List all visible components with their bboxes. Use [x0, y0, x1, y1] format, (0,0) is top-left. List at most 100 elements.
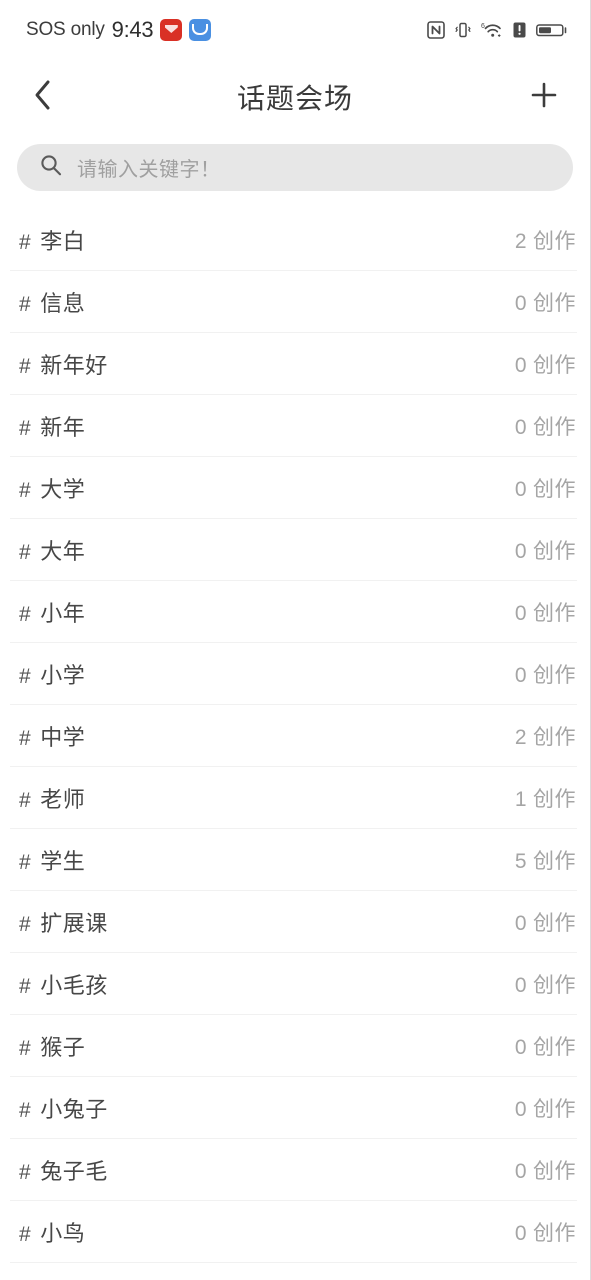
topic-row[interactable]: # 信息 0 创作	[0, 271, 590, 333]
battery-icon	[536, 21, 568, 39]
topic-row[interactable]: # 小鸟 0 创作	[0, 1201, 590, 1263]
topic-label: 新年	[40, 415, 86, 440]
page-title: 话题会场	[236, 83, 353, 114]
hash-icon: #	[19, 541, 32, 564]
topic-label: 兔子毛	[40, 1159, 108, 1184]
topic-row[interactable]: # 新年 0 创作	[0, 395, 590, 457]
topic-count-number: 0	[514, 416, 527, 439]
topic-count-suffix: 创作	[533, 664, 576, 687]
app-header: 话题会场	[0, 60, 590, 134]
topic-count: 0 创作	[515, 1155, 576, 1185]
topic-label: 大年	[40, 539, 86, 564]
topic-count-number: 0	[514, 1222, 527, 1245]
topic-name: # 中学	[19, 720, 85, 752]
topic-count-number: 0	[514, 540, 527, 563]
topic-count: 0 创作	[515, 473, 576, 503]
topic-count: 0 创作	[515, 1093, 576, 1123]
topic-count: 1 创作	[515, 783, 576, 813]
hash-icon: #	[19, 479, 32, 502]
topic-row[interactable]: # 扩展课 0 创作	[0, 891, 590, 953]
topic-row[interactable]: # 小学 0 创作	[0, 643, 590, 705]
alert-icon	[512, 21, 527, 39]
topic-name: # 新年	[19, 410, 85, 442]
topic-row[interactable]: # 新年好 0 创作	[0, 333, 590, 395]
status-bar: SOS only 9:43 6	[0, 0, 590, 60]
topic-name: # 小兔子	[19, 1092, 108, 1124]
topic-count: 2 创作	[515, 721, 576, 751]
topic-label: 学生	[40, 849, 86, 874]
search-icon	[39, 153, 63, 182]
status-bar-right: 6	[427, 21, 568, 39]
topic-count-number: 0	[514, 974, 527, 997]
hash-icon: #	[19, 727, 32, 750]
topic-name: # 小年	[19, 596, 85, 628]
topic-name: # 大学	[19, 472, 85, 504]
topic-row[interactable]: # 大学 0 创作	[0, 457, 590, 519]
topic-row[interactable]: # 兔子毛 0 创作	[0, 1139, 590, 1201]
topic-count: 0 创作	[515, 349, 576, 379]
topic-count: 0 创作	[515, 535, 576, 565]
topic-row[interactable]: # 小毛孩 0 创作	[0, 953, 590, 1015]
topic-count: 0 创作	[515, 411, 576, 441]
hash-icon: #	[19, 293, 32, 316]
back-button[interactable]	[30, 77, 70, 117]
topic-name: # 李白	[19, 224, 85, 256]
status-clock: 9:43	[111, 17, 154, 42]
topic-count-number: 0	[514, 664, 527, 687]
topic-count-number: 0	[514, 354, 527, 377]
topic-count-suffix: 创作	[533, 292, 576, 315]
hash-icon: #	[19, 231, 32, 254]
chevron-left-icon	[30, 78, 56, 117]
topic-row[interactable]: # 中学 2 创作	[0, 705, 590, 767]
topic-name: # 小毛孩	[19, 968, 108, 1000]
topic-count-number: 0	[514, 292, 527, 315]
search-placeholder: 请输入关键字！	[77, 159, 221, 181]
topic-row[interactable]: # 李白 2 创作	[0, 209, 590, 271]
vibrate-icon	[454, 21, 472, 39]
hash-icon: #	[19, 1223, 32, 1246]
phone-screen: SOS only 9:43 6 话题会场 请输入关键字！ # 李白 2 创作 #…	[0, 0, 591, 1280]
topic-name: # 小学	[19, 658, 85, 690]
topic-label: 中学	[40, 725, 86, 750]
topic-label: 小鸟	[40, 1221, 86, 1246]
topic-count-suffix: 创作	[533, 1160, 576, 1183]
topic-name: # 学生	[19, 844, 85, 876]
topic-label: 李白	[40, 229, 86, 254]
plus-icon	[528, 79, 560, 116]
topic-count: 0 创作	[515, 659, 576, 689]
hash-icon: #	[19, 417, 32, 440]
nfc-icon	[427, 21, 445, 39]
topic-count: 0 创作	[515, 287, 576, 317]
topic-name: # 大年	[19, 534, 85, 566]
topic-count-number: 2	[514, 726, 527, 749]
topic-row[interactable]: # 老师 1 创作	[0, 767, 590, 829]
topic-row[interactable]: # 大年 0 创作	[0, 519, 590, 581]
topic-list[interactable]: # 李白 2 创作 # 信息 0 创作 # 新年好 0 创作 # 新年 0 创作 # 大学 0 创作 # 大年 0 创作 # 小年…	[0, 209, 590, 1263]
topic-row[interactable]: # 小兔子 0 创作	[0, 1077, 590, 1139]
hash-icon: #	[19, 789, 32, 812]
topic-label: 大学	[40, 477, 86, 502]
topic-label: 老师	[40, 787, 86, 812]
topic-count: 0 创作	[515, 1031, 576, 1061]
svg-text:6: 6	[481, 23, 485, 30]
search-input[interactable]: 请输入关键字！	[17, 144, 573, 191]
topic-row[interactable]: # 学生 5 创作	[0, 829, 590, 891]
topic-count: 0 创作	[515, 597, 576, 627]
topic-row[interactable]: # 猴子 0 创作	[0, 1015, 590, 1077]
topic-label: 小学	[40, 663, 86, 688]
topic-row[interactable]: # 小年 0 创作	[0, 581, 590, 643]
topic-count-number: 5	[514, 850, 527, 873]
topic-count-suffix: 创作	[533, 416, 576, 439]
add-topic-button[interactable]	[520, 77, 560, 117]
topic-count-suffix: 创作	[533, 354, 576, 377]
topic-count-suffix: 创作	[533, 726, 576, 749]
topic-count-suffix: 创作	[533, 788, 576, 811]
topic-count-suffix: 创作	[533, 1036, 576, 1059]
topic-count-suffix: 创作	[533, 478, 576, 501]
topic-label: 小兔子	[40, 1097, 108, 1122]
topic-count-suffix: 创作	[533, 602, 576, 625]
hash-icon: #	[19, 1161, 32, 1184]
topic-count: 0 创作	[515, 907, 576, 937]
topic-name: # 信息	[19, 286, 85, 318]
topic-count: 0 创作	[515, 1217, 576, 1247]
